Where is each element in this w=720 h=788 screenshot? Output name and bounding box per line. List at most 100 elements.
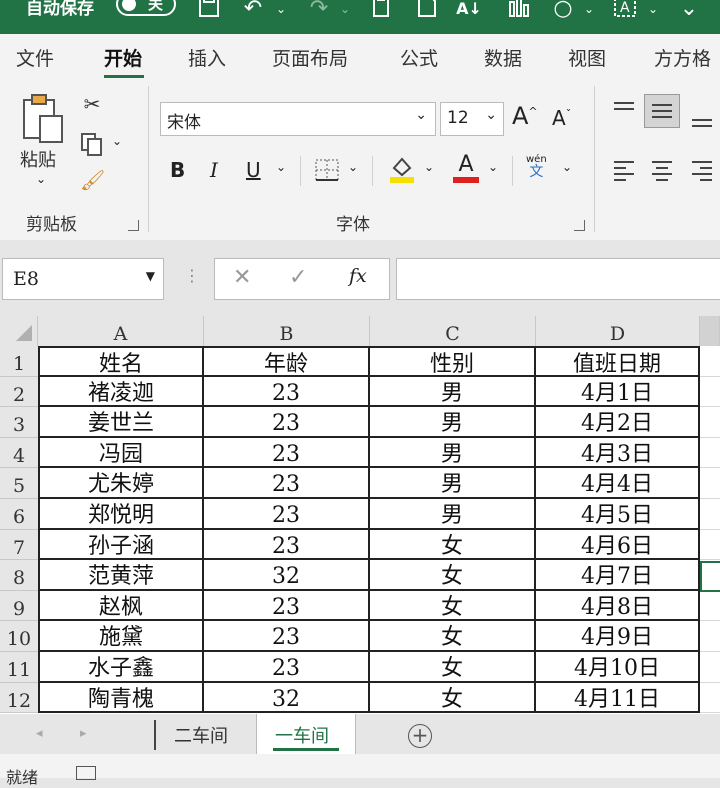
table-cell[interactable]: 4月9日 <box>536 621 700 652</box>
table-cell[interactable] <box>700 591 720 622</box>
tab-home[interactable]: 开始 <box>104 44 142 71</box>
borders-icon[interactable] <box>314 158 340 186</box>
table-cell[interactable] <box>700 407 720 438</box>
enter-icon[interactable]: ✓ <box>289 265 307 290</box>
row-header[interactable]: 5 <box>0 468 38 499</box>
copy-icon[interactable] <box>80 132 104 160</box>
chevron-down-icon[interactable]: ⌄ <box>648 0 658 24</box>
table-cell[interactable]: 4月11日 <box>536 682 700 714</box>
column-header-d[interactable]: D <box>536 316 700 346</box>
table-cell[interactable]: 陶青槐 <box>38 682 204 714</box>
select-all-corner[interactable] <box>0 316 38 346</box>
table-cell[interactable]: 男 <box>370 468 536 499</box>
text-box-icon[interactable]: A <box>612 0 638 24</box>
table-cell[interactable] <box>700 377 720 408</box>
row-header[interactable]: 10 <box>0 621 38 652</box>
tab-data[interactable]: 数据 <box>484 44 522 71</box>
table-cell[interactable]: 男 <box>370 437 536 469</box>
row-header[interactable]: 7 <box>0 529 38 561</box>
tab-formulas[interactable]: 公式 <box>400 44 438 71</box>
phonetic-guide-button[interactable]: wén 文 <box>526 154 547 179</box>
sheet-tab-2[interactable]: 二车间 <box>174 722 228 748</box>
table-cell[interactable] <box>700 530 720 561</box>
font-name-select[interactable]: 宋体 ⌄ <box>160 102 436 136</box>
tab-fangfangge[interactable]: 方方格 <box>654 44 711 71</box>
insert-function-icon[interactable]: fx <box>349 265 367 287</box>
dialog-launcher-icon[interactable] <box>128 220 139 231</box>
cut-icon[interactable]: ✂ <box>80 92 104 116</box>
scroll-right-icon[interactable]: ▸ <box>80 726 87 741</box>
autosave-toggle[interactable]: 关 <box>116 0 176 16</box>
table-cell[interactable]: 4月3日 <box>536 437 700 469</box>
table-cell[interactable]: 尤朱婷 <box>38 468 204 499</box>
chevron-down-icon[interactable]: ⌄ <box>488 160 498 174</box>
row-header[interactable]: 12 <box>0 682 38 714</box>
add-sheet-icon[interactable]: + <box>408 724 432 748</box>
chevron-down-icon[interactable]: ⌄ <box>562 160 572 174</box>
row-header[interactable]: 6 <box>0 499 38 530</box>
table-cell[interactable]: 施黛 <box>38 621 204 652</box>
table-cell[interactable]: 水子鑫 <box>38 652 204 683</box>
tab-insert[interactable]: 插入 <box>188 44 226 71</box>
row-header[interactable]: 1 <box>0 346 38 377</box>
table-cell[interactable]: 4月5日 <box>536 499 700 530</box>
align-middle-icon[interactable] <box>644 94 680 128</box>
font-size-select[interactable]: 12 ⌄ <box>440 102 504 136</box>
chevron-down-icon[interactable]: ⌄ <box>424 160 434 174</box>
row-header[interactable]: 4 <box>0 437 38 469</box>
format-painter-icon[interactable]: 🖌 <box>80 168 105 192</box>
table-cell[interactable]: 4月2日 <box>536 407 700 438</box>
table-cell[interactable]: 23 <box>204 529 370 561</box>
sort-az-icon[interactable]: A↓ <box>456 0 482 24</box>
table-cell[interactable]: 23 <box>204 376 370 408</box>
align-center-icon[interactable] <box>650 158 674 186</box>
grow-font-button[interactable]: A^ <box>512 102 538 130</box>
chevron-down-icon[interactable]: ⌄ <box>36 172 46 186</box>
worksheet-grid[interactable]: A B C D 1 姓名 年龄 性别 值班日期 2 褚凌迦 23 男 4月1日 3 姜世兰 23 男 4月2… <box>0 316 720 714</box>
table-cell[interactable]: 郑悦明 <box>38 499 204 530</box>
table-cell[interactable]: 4月4日 <box>536 468 700 499</box>
tab-page-layout[interactable]: 页面布局 <box>272 44 348 71</box>
column-header-c[interactable]: C <box>370 316 536 346</box>
table-cell[interactable] <box>700 438 720 469</box>
align-bottom-icon[interactable] <box>690 110 714 134</box>
bold-button[interactable]: B <box>170 158 185 182</box>
table-cell[interactable]: 4月6日 <box>536 529 700 561</box>
clipboard-icon[interactable] <box>368 0 394 24</box>
align-right-icon[interactable] <box>690 158 714 186</box>
table-cell[interactable]: 23 <box>204 590 370 622</box>
row-header[interactable]: 8 <box>0 560 38 591</box>
table-cell[interactable] <box>700 683 720 714</box>
undo-icon[interactable]: ↶ <box>240 0 266 24</box>
column-header-e[interactable] <box>700 316 720 346</box>
table-cell[interactable]: 男 <box>370 376 536 408</box>
chevron-down-icon[interactable]: ⌄ <box>584 0 594 24</box>
table-cell[interactable]: 32 <box>204 682 370 714</box>
table-cell[interactable]: 孙子涵 <box>38 529 204 561</box>
paste-button[interactable]: 粘贴 <box>20 146 56 172</box>
table-cell[interactable]: 32 <box>204 560 370 591</box>
chevron-down-icon[interactable]: ⌄ <box>348 160 358 174</box>
table-cell[interactable]: 姜世兰 <box>38 407 204 438</box>
tab-view[interactable]: 视图 <box>568 44 606 71</box>
table-cell[interactable]: 4月8日 <box>536 590 700 622</box>
row-header[interactable]: 3 <box>0 407 38 438</box>
chart-icon[interactable] <box>506 0 532 24</box>
table-cell[interactable]: 姓名 <box>38 346 204 377</box>
table-cell[interactable] <box>700 346 720 377</box>
tab-file[interactable]: 文件 <box>16 44 54 71</box>
chevron-down-icon[interactable]: ⌄ <box>340 0 350 24</box>
cancel-icon[interactable]: ✕ <box>233 265 251 290</box>
table-cell[interactable]: 女 <box>370 682 536 714</box>
sheet-tab-1-active[interactable]: 一车间 <box>256 714 356 754</box>
table-cell[interactable]: 23 <box>204 652 370 683</box>
table-cell[interactable] <box>700 621 720 652</box>
new-file-icon[interactable] <box>414 0 440 24</box>
row-header[interactable]: 9 <box>0 590 38 622</box>
table-cell[interactable]: 23 <box>204 499 370 530</box>
name-box[interactable]: E8 ▼ <box>2 258 164 300</box>
table-cell[interactable]: 23 <box>204 621 370 652</box>
table-cell[interactable]: 女 <box>370 652 536 683</box>
table-cell[interactable]: 性别 <box>370 346 536 377</box>
column-header-a[interactable]: A <box>38 316 204 346</box>
